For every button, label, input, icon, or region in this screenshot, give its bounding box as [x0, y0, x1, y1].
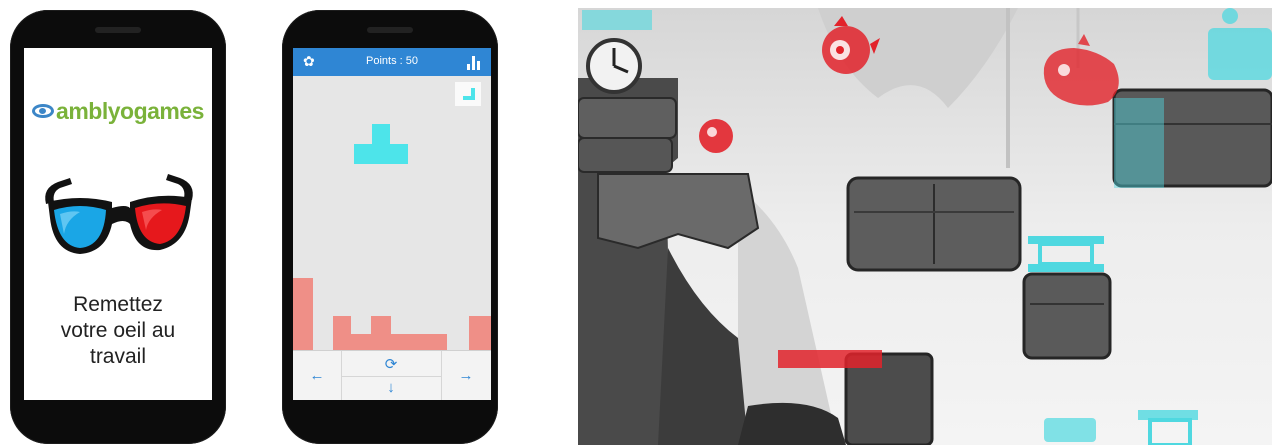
rotate-icon[interactable]: ⟳: [341, 355, 441, 373]
game-board: [293, 124, 491, 350]
stone-block: [578, 137, 673, 173]
next-piece-preview: [455, 82, 481, 106]
phone-mockup-left: amblyogames Remettez votre oeil au trava…: [10, 10, 226, 444]
tagline-line-3: travail: [89, 345, 147, 368]
cyan-ghost: [582, 10, 652, 30]
game-scene: [578, 8, 1272, 445]
cyan-ghost: [1044, 418, 1096, 442]
control-pad: ← ⟳ ↓ →: [293, 350, 491, 400]
arrow-right-icon[interactable]: →: [441, 367, 491, 384]
tagline: Remettez votre oeil au travail: [24, 292, 212, 370]
tagline-line-2: votre oeil au: [60, 319, 176, 342]
platformer-game-view: [578, 8, 1272, 445]
falling-piece: [354, 124, 408, 164]
3d-glasses-icon: [45, 174, 193, 254]
top-bar: ✿ Points : 50: [293, 48, 491, 76]
red-orb-icon: [699, 119, 733, 153]
stats-icon[interactable]: [467, 56, 483, 70]
splash-screen: amblyogames Remettez votre oeil au trava…: [24, 48, 212, 400]
logo-text: amblyogames: [56, 98, 204, 124]
cyan-ghost: [1114, 98, 1164, 188]
speaker-grille: [367, 27, 413, 33]
points-label: Points : 50: [366, 55, 418, 67]
eye-icon: [32, 104, 55, 118]
divider: [341, 376, 441, 377]
stone-block: [578, 97, 677, 139]
speaker-grille: [95, 27, 141, 33]
arrow-left-icon[interactable]: ←: [293, 367, 341, 384]
tagline-line-1: Remettez: [73, 293, 163, 316]
tetris-screen: ✿ Points : 50 ← ⟳ ↓ →: [293, 48, 491, 400]
app-logo: amblyogames: [24, 98, 212, 125]
arrow-down-icon[interactable]: ↓: [341, 379, 441, 396]
cyan-machine: [1222, 8, 1238, 24]
stacked-blocks: [293, 278, 491, 350]
phone-mockup-right: ✿ Points : 50 ← ⟳ ↓ →: [282, 10, 498, 444]
cyan-machine: [1208, 28, 1272, 80]
stone-pillar: [1022, 272, 1112, 360]
red-platform: [778, 350, 882, 368]
